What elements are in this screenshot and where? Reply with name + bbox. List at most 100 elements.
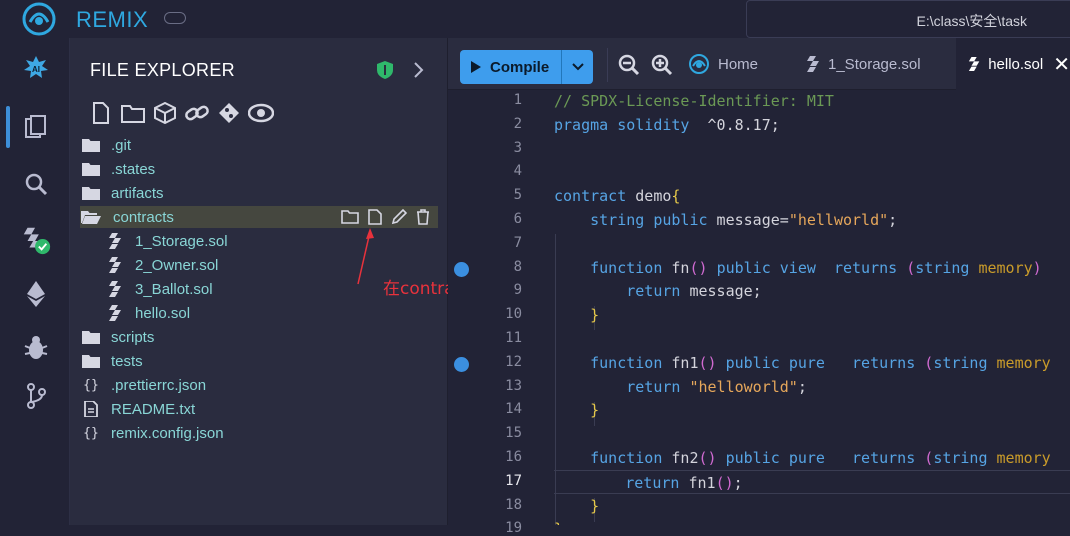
code-line: } [590, 401, 600, 420]
tree-item-label: scripts [111, 328, 155, 346]
code-line: return message; [626, 282, 762, 301]
tree-item-label: contracts [113, 208, 174, 226]
tree-item-label: hello.sol [135, 304, 191, 322]
link-icon[interactable] [184, 100, 210, 126]
code-line: string public message="hellworld"; [590, 211, 898, 229]
git-icon[interactable] [20, 380, 52, 412]
tree-item-label: .prettierrc.json [111, 376, 207, 394]
folder-icon [80, 162, 102, 176]
line-number: 11 [505, 330, 522, 346]
tree-item-remix-config-json[interactable]: {} remix.config.json [80, 422, 438, 444]
row-actions [341, 208, 430, 229]
rename-icon[interactable] [391, 208, 408, 229]
compile-dropdown-button[interactable] [561, 50, 593, 84]
line-number: 1 [513, 92, 522, 108]
tree-item-tests[interactable]: tests [80, 350, 438, 372]
tab-hello-sol[interactable]: hello.sol ✕ [956, 38, 1070, 90]
tree-item-hello-sol[interactable]: hello.sol [80, 302, 438, 324]
tab-home[interactable]: Home [688, 38, 808, 90]
theme-toggle[interactable] [164, 12, 186, 24]
tree-item-readme-txt[interactable]: README.txt [80, 398, 438, 420]
line-number: 6 [513, 211, 522, 227]
tree-item-scripts[interactable]: scripts [80, 326, 438, 348]
folder-icon [80, 138, 102, 152]
folder-icon [80, 186, 102, 200]
tree-item-label: 2_Owner.sol [135, 256, 219, 274]
line-number: 18 [505, 496, 522, 513]
git-diamond-icon[interactable] [216, 100, 242, 126]
code-line: return fn1(); [554, 469, 1070, 494]
line-gutter: 1 2 3 4 5 6 7 8 9 10 11 12 13 14 15 16 17 18 19 [448, 90, 552, 536]
code-line: return "helloworld"; [626, 377, 807, 396]
line-number: 3 [513, 139, 522, 156]
line-number: 8 [513, 258, 522, 275]
tab-1-storage[interactable]: 1_Storage.sol [806, 38, 954, 90]
cube-icon[interactable] [152, 100, 178, 126]
new-folder-icon[interactable] [341, 209, 359, 229]
active-indicator [6, 106, 10, 148]
eye-icon[interactable] [248, 100, 274, 126]
code-line: function fn() public view returns (strin… [590, 258, 1042, 277]
line-number: 7 [513, 234, 522, 251]
solidity-file-icon [968, 57, 980, 71]
text-file-icon [80, 401, 102, 417]
json-file-icon: {} [83, 425, 99, 441]
line-number: 17 [505, 472, 522, 489]
line-number: 10 [505, 306, 522, 323]
new-folder-icon[interactable] [120, 100, 146, 126]
new-file-icon[interactable] [368, 209, 382, 229]
tree-item-label: .states [111, 160, 156, 178]
files-icon[interactable] [20, 112, 52, 144]
code-line: function fn2() public pure returns (stri… [590, 449, 1051, 467]
shield-icon[interactable] [376, 60, 394, 80]
tree-item-contracts[interactable]: contracts [80, 206, 438, 228]
line-number: 19 [505, 520, 522, 536]
app-title: REMIX [76, 7, 149, 32]
editor-area: Compile Home 1_Storage.sol hello.sol ✕ 1… [448, 38, 1070, 536]
solidity-file-icon [104, 233, 126, 249]
line-number: 12 [505, 353, 522, 370]
zoom-out-icon[interactable] [618, 54, 640, 76]
tree-item-git[interactable]: .git [80, 134, 438, 156]
tree-item-1-storage-sol[interactable]: 1_Storage.sol [80, 230, 438, 252]
search-icon[interactable] [20, 168, 52, 200]
line-number: 4 [513, 163, 522, 180]
remix-logo-icon[interactable] [22, 2, 56, 36]
tree-item-label: 3_Ballot.sol [135, 280, 213, 298]
chevron-right-icon[interactable] [412, 60, 426, 80]
tree-item-states[interactable]: .states [80, 158, 438, 180]
breakpoint-marker[interactable] [454, 356, 469, 372]
zoom-in-icon[interactable] [651, 54, 673, 76]
solidity-compiler-icon[interactable] [20, 224, 52, 256]
line-number: 15 [505, 425, 522, 442]
play-icon [471, 61, 481, 73]
folder-icon [80, 354, 102, 368]
solidity-file-icon [807, 56, 819, 72]
ai-icon[interactable]: AI [20, 52, 52, 84]
line-number: 9 [513, 282, 522, 299]
line-number: 2 [513, 115, 522, 132]
tree-item-artifacts[interactable]: artifacts [80, 182, 438, 204]
top-bar: REMIX E:\class\安全\task [0, 0, 1070, 38]
line-number: 5 [513, 187, 522, 204]
compile-button[interactable]: Compile [460, 50, 561, 84]
line-number: 16 [505, 449, 522, 465]
compile-label: Compile [490, 58, 550, 76]
breakpoint-marker[interactable] [454, 261, 469, 277]
line-number: 14 [505, 401, 522, 418]
solidity-file-icon [104, 281, 126, 297]
debug-icon[interactable] [20, 332, 52, 364]
tree-item-prettierrc-json[interactable]: {} .prettierrc.json [80, 374, 438, 396]
tabs-bar: Compile Home 1_Storage.sol hello.sol ✕ [448, 38, 1070, 90]
close-tab-icon[interactable]: ✕ [1053, 52, 1070, 77]
delete-icon[interactable] [416, 209, 430, 229]
new-file-icon[interactable] [88, 100, 114, 126]
explorer-toolbar [88, 100, 274, 126]
solidity-file-icon [104, 305, 126, 321]
tree-item-2-owner-sol[interactable]: 2_Owner.sol [80, 254, 438, 276]
code-editor[interactable]: // SPDX-License-Identifier: MIT pragma so… [554, 90, 1070, 525]
deploy-icon[interactable] [20, 278, 52, 310]
line-number: 13 [505, 377, 522, 394]
svg-text:AI: AI [32, 65, 40, 74]
workspace-path-box[interactable]: E:\class\安全\task [746, 0, 1070, 38]
